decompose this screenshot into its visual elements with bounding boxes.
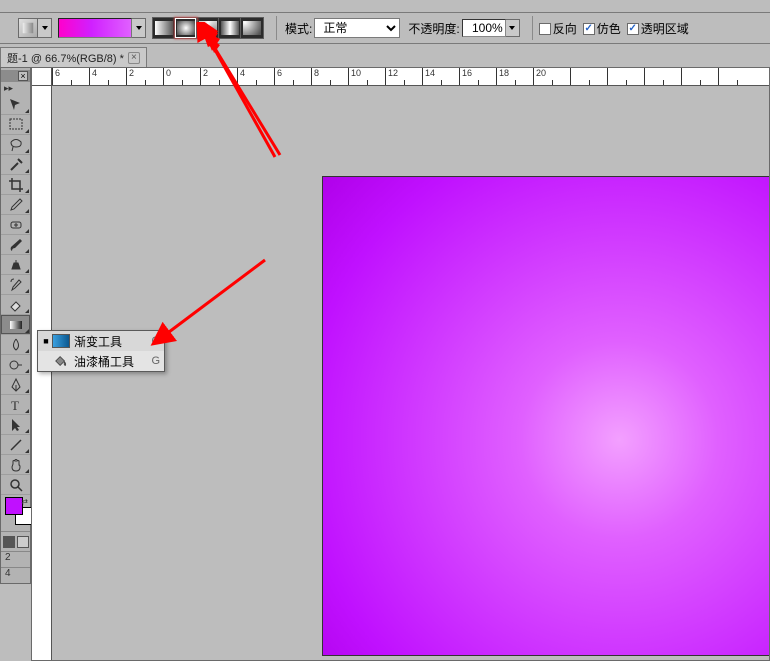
document-tab-close[interactable]	[128, 52, 140, 64]
flyout-item-paint-bucket[interactable]: 油漆桶工具 G	[38, 351, 164, 371]
artboard[interactable]	[322, 176, 770, 656]
flyout-item-shortcut: G	[151, 355, 160, 367]
reverse-checkbox-box[interactable]	[539, 23, 551, 35]
ruler-vertical[interactable]	[32, 86, 52, 660]
flyout-item-shortcut: G	[151, 335, 160, 347]
color-swatches: ⇄	[1, 495, 30, 531]
canvas[interactable]	[52, 86, 769, 660]
flyout-item-label: 油漆桶工具	[74, 353, 134, 370]
opacity-value[interactable]: 100%	[462, 19, 506, 37]
dither-checkbox-box[interactable]	[583, 23, 595, 35]
app-window: 模式: 正常 不透明度: 100% 反向 仿色 透明区域 题-1 @ 66.7%…	[0, 0, 770, 661]
gradient-type-reflected[interactable]	[219, 18, 241, 38]
status-value-2: 4	[1, 567, 30, 583]
tool-preset-picker[interactable]	[18, 18, 52, 38]
separator	[532, 16, 533, 40]
gradient-type-group	[152, 17, 264, 39]
dither-checkbox[interactable]: 仿色	[583, 20, 621, 37]
gradient-type-angle[interactable]	[197, 18, 219, 38]
gradient-dropdown[interactable]	[132, 18, 146, 38]
lasso-tool[interactable]	[1, 135, 30, 155]
document-tab[interactable]: 题-1 @ 66.7%(RGB/8) *	[0, 47, 147, 67]
healing-brush-tool[interactable]	[1, 215, 30, 235]
history-brush-tool[interactable]	[1, 275, 30, 295]
path-selection-tool[interactable]	[1, 415, 30, 435]
ruler-corner[interactable]	[32, 68, 52, 86]
tool-preset-dropdown[interactable]	[38, 18, 52, 38]
svg-text:T: T	[11, 398, 19, 413]
dodge-tool[interactable]	[1, 355, 30, 375]
flyout-item-label: 渐变工具	[74, 333, 122, 350]
swap-colors-icon[interactable]: ⇄	[21, 497, 28, 506]
opacity-label: 不透明度:	[408, 20, 459, 37]
paint-bucket-icon	[52, 354, 70, 368]
zoom-tool[interactable]	[1, 475, 30, 495]
brush-tool[interactable]	[1, 235, 30, 255]
mode-label: 模式:	[285, 20, 312, 37]
gradient-picker[interactable]	[58, 18, 146, 38]
opacity-field[interactable]: 100%	[462, 19, 520, 37]
quick-mask-icon[interactable]	[17, 536, 29, 548]
gradient-type-diamond[interactable]	[241, 18, 263, 38]
tool-preset-icon	[18, 18, 38, 38]
crop-tool[interactable]	[1, 175, 30, 195]
tools-panel-header[interactable]: ×	[1, 70, 30, 82]
opacity-dropdown[interactable]	[506, 19, 520, 37]
eyedropper-tool[interactable]	[1, 195, 30, 215]
document-tab-bar: 题-1 @ 66.7%(RGB/8) *	[0, 47, 147, 67]
hand-tool[interactable]	[1, 455, 30, 475]
clone-stamp-tool[interactable]	[1, 255, 30, 275]
magic-wand-tool[interactable]	[1, 155, 30, 175]
selected-dot-icon: ■	[42, 336, 50, 346]
blur-tool[interactable]	[1, 335, 30, 355]
status-value-1: 2	[1, 551, 30, 567]
marquee-tool[interactable]	[1, 115, 30, 135]
tools-panel-expand[interactable]: ▸▸	[1, 82, 30, 95]
tools-panel: × ▸▸ T ⇄ 2 4	[0, 67, 31, 584]
pen-tool[interactable]	[1, 375, 30, 395]
close-icon[interactable]: ×	[18, 71, 28, 81]
gradient-tool-flyout: ■ 渐变工具 G 油漆桶工具 G	[37, 330, 165, 372]
separator	[276, 16, 277, 40]
quick-mask-toggle[interactable]	[1, 531, 30, 551]
gradient-type-radial[interactable]	[175, 18, 197, 38]
blend-mode-select[interactable]: 正常	[314, 18, 400, 38]
transparent-checkbox[interactable]: 透明区域	[627, 20, 689, 37]
document-tab-title: 题-1 @ 66.7%(RGB/8) *	[7, 50, 124, 66]
options-bar: 模式: 正常 不透明度: 100% 反向 仿色 透明区域	[0, 12, 770, 44]
gradient-icon	[52, 334, 70, 348]
gradient-type-linear[interactable]	[153, 18, 175, 38]
standard-mode-icon[interactable]	[3, 536, 15, 548]
move-tool[interactable]	[1, 95, 30, 115]
type-tool[interactable]: T	[1, 395, 30, 415]
line-tool[interactable]	[1, 435, 30, 455]
flyout-item-gradient[interactable]: ■ 渐变工具 G	[38, 331, 164, 351]
ruler-horizontal[interactable]: 6 4 2 0 2 4 6 8 10 12 14 16 18 20	[52, 68, 769, 86]
foreground-color-swatch[interactable]	[5, 497, 23, 515]
transparent-checkbox-box[interactable]	[627, 23, 639, 35]
eraser-tool[interactable]	[1, 295, 30, 315]
gradient-tool[interactable]	[1, 315, 30, 335]
reverse-checkbox[interactable]: 反向	[539, 20, 577, 37]
gradient-preview[interactable]	[58, 18, 132, 38]
